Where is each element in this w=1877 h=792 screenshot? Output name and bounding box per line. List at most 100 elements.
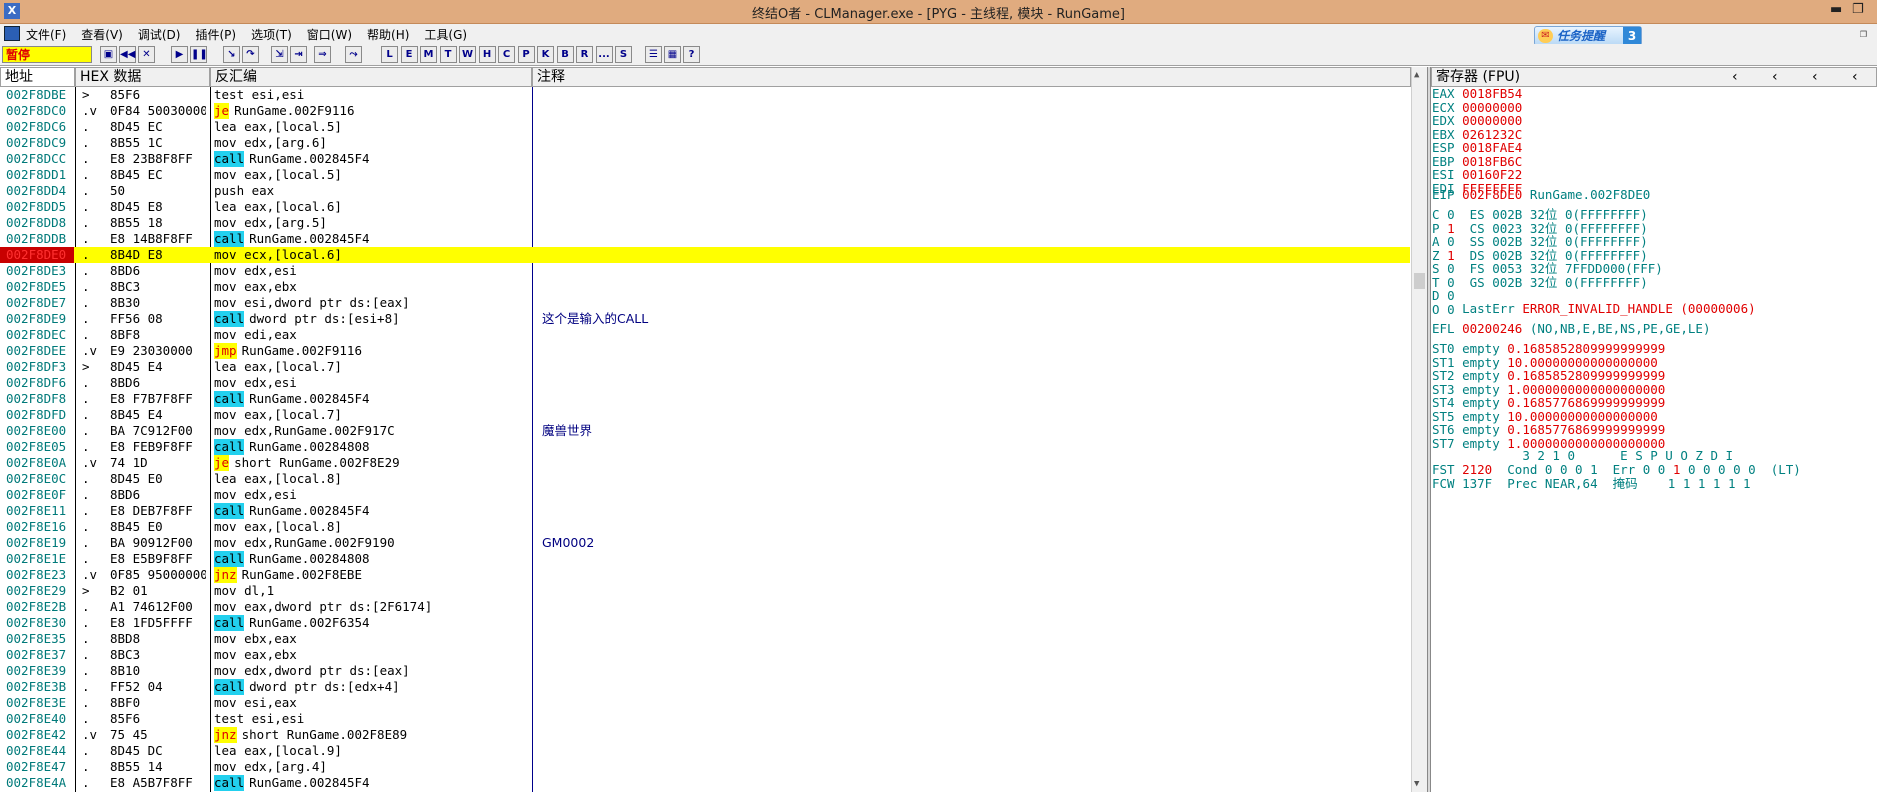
col-address[interactable]: 地址	[0, 67, 75, 87]
disasm-row[interactable]: 002F8E0A .v 74 1D je short RunGame.002F8E29	[0, 455, 1410, 471]
disasm-row[interactable]: 002F8DEC. 8BF8 mov edi,eax	[0, 327, 1410, 343]
disasm-row[interactable]: 002F8E42 .v 75 45 jnz short RunGame.002F8E89	[0, 727, 1410, 743]
scroll-thumb[interactable]	[1414, 273, 1425, 289]
mdi-child-icon[interactable]	[4, 26, 20, 41]
step-into-icon[interactable]: ↘	[223, 46, 240, 63]
disasm-row[interactable]: 002F8E23 .v 0F85 95000000 jnz RunGame.002F8E…	[0, 567, 1410, 583]
menu-file[interactable]: 文件(F)	[26, 26, 66, 43]
view-button-k[interactable]: K	[537, 46, 554, 63]
disasm-row[interactable]: 002F8E44. 8D45 DC lea eax,[local.9]	[0, 743, 1410, 759]
disasm-row[interactable]: 002F8E19. BA 90912F00 mov edx,RunGame.002F…	[0, 535, 1410, 551]
disasm-row[interactable]: 002F8E39. 8B10 mov edx,dword ptr ds:[eax]	[0, 663, 1410, 679]
minimize-icon[interactable]: ▬	[1830, 2, 1842, 17]
disasm-row[interactable]: 002F8E0F. 8BD6 mov edx,esi	[0, 487, 1410, 503]
disasm-row[interactable]: 002F8DEE .v E9 23030000 jmp RunGame.002F9116	[0, 343, 1410, 359]
disasm-row[interactable]: 002F8DD4. 50 push eax	[0, 183, 1410, 199]
registers-pane[interactable]: EAX 0018FB54 ECX 00000000 EDX 00000000 EBX …	[1432, 86, 1877, 792]
goto-icon[interactable]: ⤳	[345, 46, 362, 63]
view-button-h[interactable]: H	[478, 46, 496, 63]
view-button-l[interactable]: L	[381, 46, 398, 63]
fcw-line[interactable]: FCW 137F Prec NEAR,64 掩码 1 1 1 1 1 1	[1432, 476, 1751, 492]
disasm-row[interactable]: 002F8DF8. E8 F7B7F8FF call RunGame.002845F4	[0, 391, 1410, 407]
disasm-row[interactable]: 002F8DC0 .v 0F84 50030000 je RunGame.002F911…	[0, 103, 1410, 119]
menu-plugins[interactable]: 插件(P)	[195, 26, 236, 43]
menu-options[interactable]: 选项(T)	[251, 26, 292, 43]
disasm-row[interactable]: 002F8E37. 8BC3 mov eax,ebx	[0, 647, 1410, 663]
maximize-icon[interactable]: ❐	[1852, 2, 1864, 17]
menu-window[interactable]: 窗口(W)	[307, 26, 352, 43]
disasm-row[interactable]: 002F8DCC. E8 23B8F8FF call RunGame.002845F4	[0, 151, 1410, 167]
disasm-row[interactable]: 002F8E11. E8 DEB7F8FF call RunGame.002845F4	[0, 503, 1410, 519]
menu-tools[interactable]: 工具(G)	[424, 26, 467, 43]
disasm-row[interactable]: 002F8E2B. A1 74612F00 mov eax,dword ptr ds…	[0, 599, 1410, 615]
disasm-row[interactable]: 002F8DE9. FF56 08 call dword ptr ds:[esi+8]…	[0, 311, 1410, 327]
view-button-c[interactable]: C	[498, 46, 515, 63]
view-button-w[interactable]: W	[459, 46, 476, 63]
disasm-row[interactable]: 002F8E0C. 8D45 E0 lea eax,[local.8]	[0, 471, 1410, 487]
reg-nav-left-icon[interactable]: ‹	[1812, 68, 1818, 86]
view-button-b[interactable]: B	[556, 46, 574, 63]
efl-line[interactable]: EFL 00200246 (NO,NB,E,BE,NS,PE,GE,LE)	[1432, 321, 1710, 337]
menu-debug[interactable]: 调试(D)	[138, 26, 181, 43]
col-hex[interactable]: HEX 数据	[75, 67, 210, 87]
disasm-row[interactable]: 002F8E35. 8BD8 mov ebx,eax	[0, 631, 1410, 647]
disasm-row[interactable]: 002F8DC6. 8D45 EC lea eax,[local.5]	[0, 119, 1410, 135]
disasm-row[interactable]: 002F8E3E. 8BF0 mov esi,eax	[0, 695, 1410, 711]
disasm-row[interactable]: 002F8DE0. 8B4D E8 mov ecx,[local.6]	[0, 247, 1410, 263]
reg-nav-left-icon[interactable]: ‹	[1772, 68, 1778, 86]
disasm-row[interactable]: 002F8DE3. 8BD6 mov edx,esi	[0, 263, 1410, 279]
disasm-row[interactable]: 002F8DE7. 8B30 mov esi,dword ptr ds:[eax]	[0, 295, 1410, 311]
help-icon[interactable]: ?	[683, 46, 700, 63]
trace-into-icon[interactable]: ⇲	[271, 46, 288, 63]
view-button-e[interactable]: E	[400, 46, 418, 63]
disasm-row[interactable]: 002F8E3B. FF52 04 call dword ptr ds:[edx+4]	[0, 679, 1410, 695]
view-button-t[interactable]: T	[439, 46, 457, 63]
disasm-row[interactable]: 002F8DD8. 8B55 18 mov edx,[arg.5]	[0, 215, 1410, 231]
disasm-row[interactable]: 002F8DD1. 8B45 EC mov eax,[local.5]	[0, 167, 1410, 183]
restore-icon[interactable]: ❐	[1860, 26, 1867, 40]
disasm-row[interactable]: 002F8DBE >85F6 test esi,esi	[0, 87, 1410, 103]
view-button-r[interactable]: R	[576, 46, 593, 63]
disasm-row[interactable]: 002F8DC9. 8B55 1C mov edx,[arg.6]	[0, 135, 1410, 151]
run-icon[interactable]: ▶	[171, 46, 188, 63]
col-disasm[interactable]: 反汇编	[210, 67, 532, 87]
view-button-dots[interactable]: ...	[595, 46, 613, 63]
menu-help[interactable]: 帮助(H)	[367, 26, 409, 43]
disassembly-pane[interactable]: 002F8DBE >85F6 test esi,esi 002F8DC0 .v 0F84 …	[0, 87, 1410, 792]
view-button-s[interactable]: S	[615, 46, 632, 63]
execute-till-return-icon[interactable]: ⇒	[314, 46, 331, 63]
disasm-row[interactable]: 002F8E05. E8 FEB9F8FF call RunGame.00284808	[0, 439, 1410, 455]
disasm-row[interactable]: 002F8E00. BA 7C912F00 mov edx,RunGame.002F…	[0, 423, 1410, 439]
registers-header[interactable]: 寄存器 (FPU) ‹ ‹ ‹ ‹	[1431, 67, 1877, 87]
pane-splitter[interactable]	[1427, 67, 1431, 792]
col-comment[interactable]: 注释	[532, 67, 1411, 87]
disasm-row[interactable]: 002F8DF6. 8BD6 mov edx,esi	[0, 375, 1410, 391]
disasm-row[interactable]: 002F8E40. 85F6 test esi,esi	[0, 711, 1410, 727]
disasm-row[interactable]: 002F8E29 > B2 01 mov dl,1	[0, 583, 1410, 599]
step-over-icon[interactable]: ↷	[242, 46, 259, 63]
pause-icon[interactable]: ❚❚	[190, 46, 208, 63]
scroll-up-icon[interactable]: ▲	[1414, 70, 1419, 80]
restart-icon[interactable]: ◀◀	[119, 46, 136, 63]
disasm-row[interactable]: 002F8E4A. E8 A5B7F8FF call RunGame.002845F4	[0, 775, 1410, 791]
disasm-scrollbar[interactable]: ▲ ▼	[1411, 67, 1427, 792]
reg-nav-left-icon[interactable]: ‹	[1732, 68, 1738, 86]
close-icon[interactable]: ✕	[138, 46, 155, 63]
disasm-row[interactable]: 002F8E1E. E8 E5B9F8FF call RunGame.00284808	[0, 551, 1410, 567]
disasm-row[interactable]: 002F8DD5. 8D45 E8 lea eax,[local.6]	[0, 199, 1410, 215]
view-button-m[interactable]: M	[420, 46, 437, 63]
disasm-row[interactable]: 002F8E47. 8B55 14 mov edx,[arg.4]	[0, 759, 1410, 775]
menu-view[interactable]: 查看(V)	[81, 26, 123, 43]
view-button-p[interactable]: P	[517, 46, 535, 63]
scroll-down-icon[interactable]: ▼	[1414, 779, 1419, 789]
color-icon[interactable]: ▦	[664, 46, 681, 63]
open-icon[interactable]: ▣	[100, 46, 117, 63]
task-reminder-button[interactable]: ✉ 任务提醒 3	[1534, 26, 1642, 46]
disasm-row[interactable]: 002F8E30. E8 1FD5FFFF call RunGame.002F6354	[0, 615, 1410, 631]
disasm-row[interactable]: 002F8DDB. E8 14B8F8FF call RunGame.002845F4	[0, 231, 1410, 247]
disasm-row[interactable]: 002F8DF3 >8D45 E4 lea eax,[local.7]	[0, 359, 1410, 375]
trace-over-icon[interactable]: ⇥	[290, 46, 307, 63]
register-line[interactable]: EIP 002F8DE0 RunGame.002F8DE0	[1432, 187, 1650, 203]
disasm-row[interactable]: 002F8E16. 8B45 E0 mov eax,[local.8]	[0, 519, 1410, 535]
lasterr-line[interactable]: LastErr ERROR_INVALID_HANDLE (00000006)	[1432, 301, 1756, 317]
